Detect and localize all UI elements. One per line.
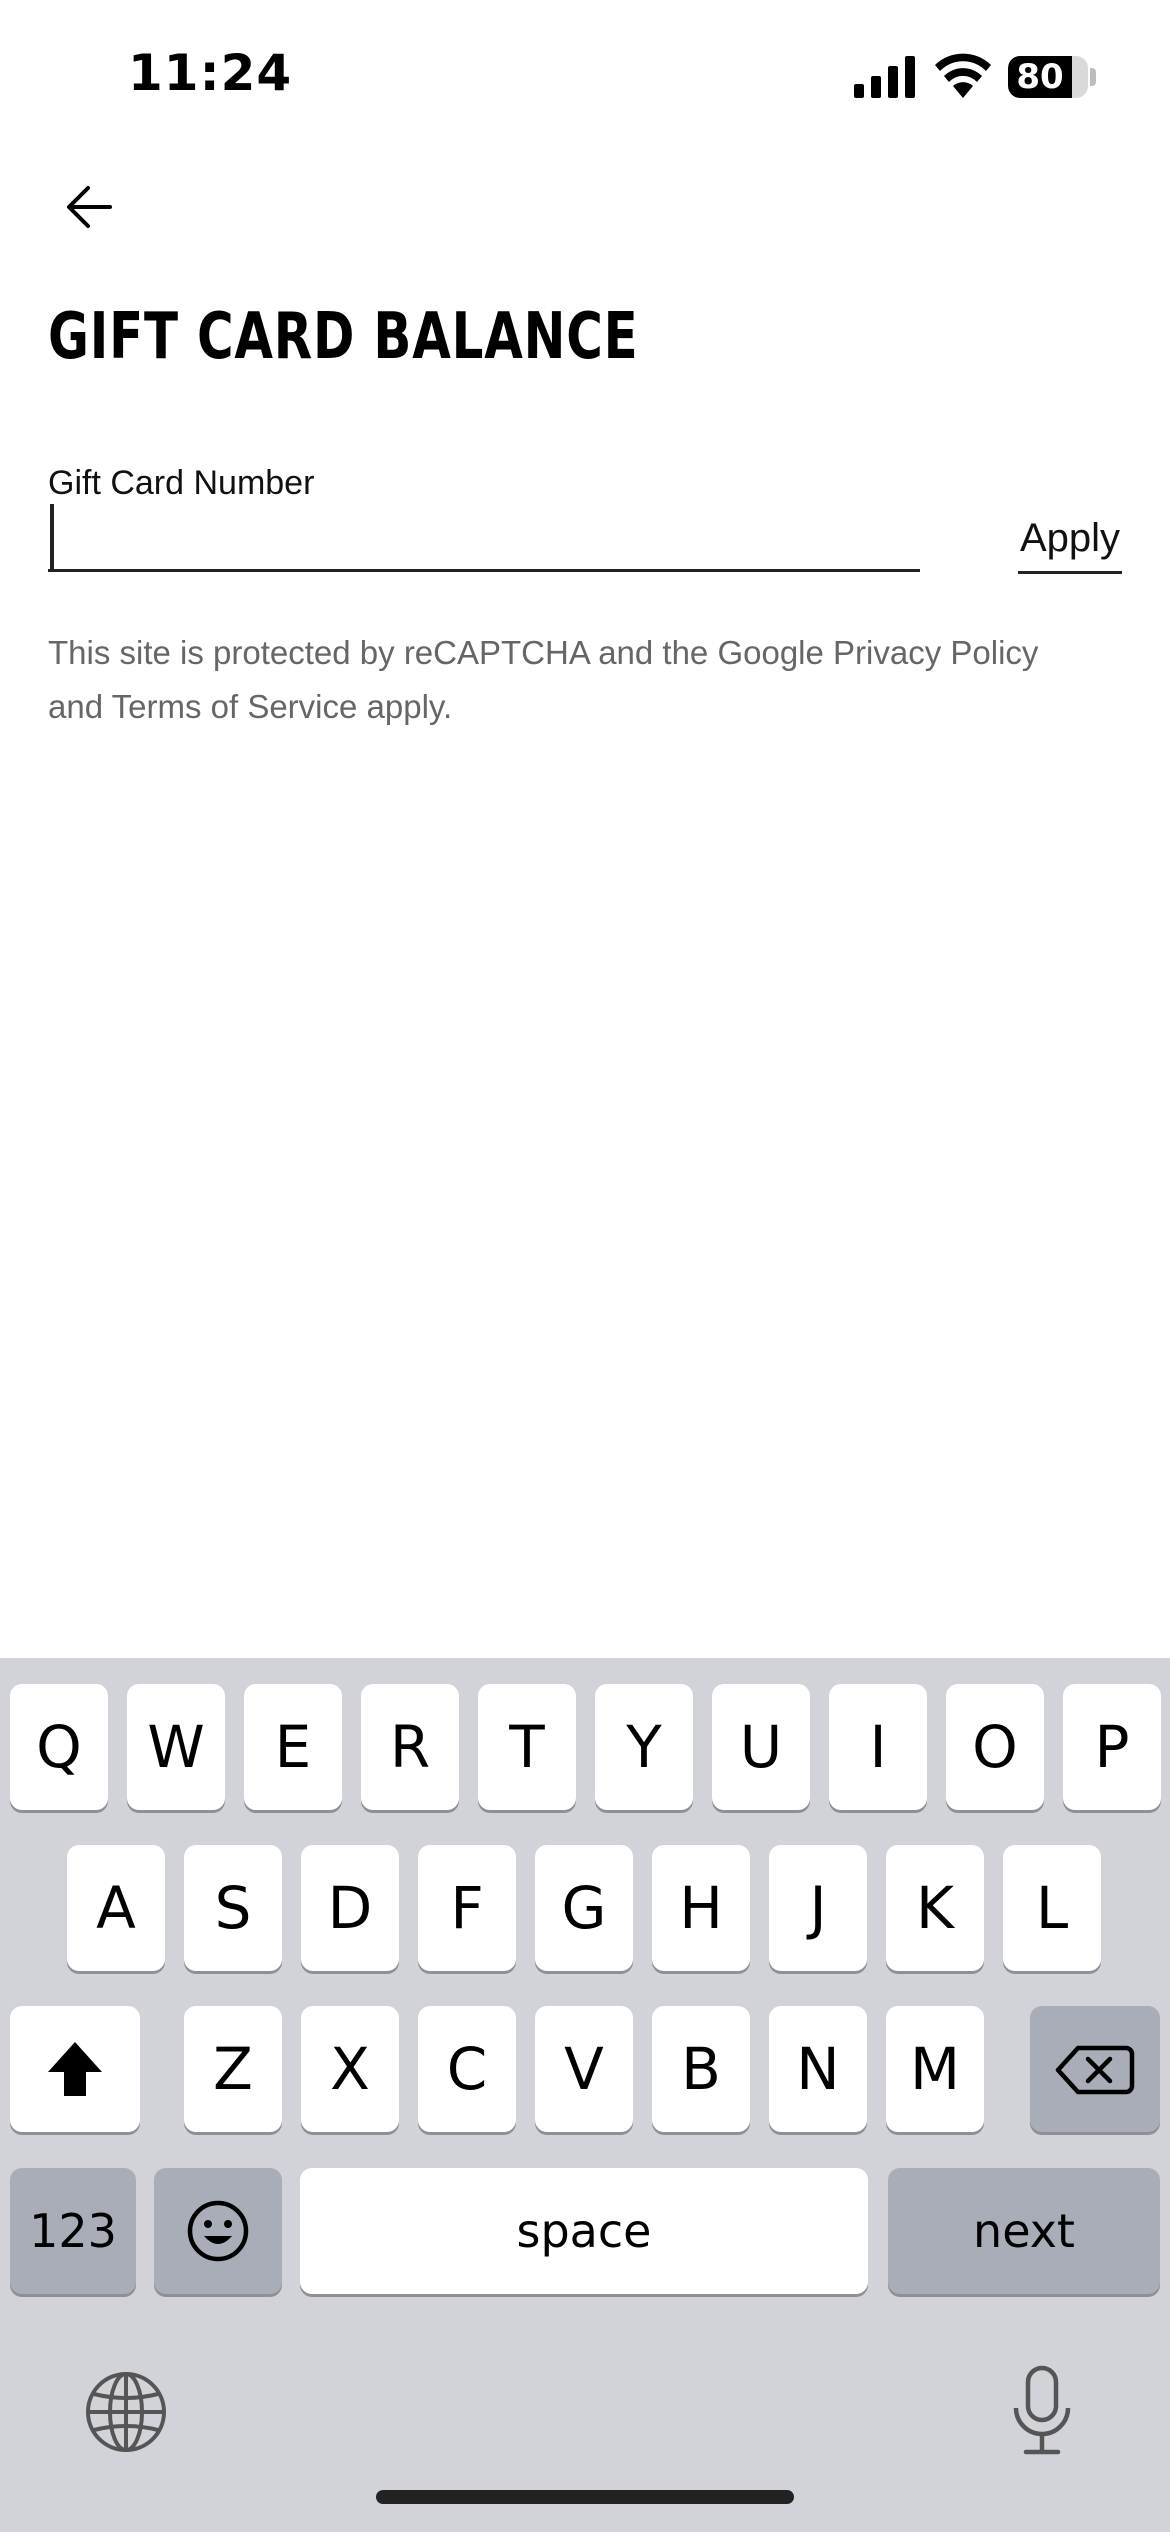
delete-key[interactable]	[1030, 2006, 1160, 2132]
numbers-key[interactable]: 123	[10, 2168, 136, 2294]
key-label: Q	[36, 1713, 82, 1781]
globe-icon[interactable]	[84, 2370, 168, 2454]
key-label: M	[909, 2035, 961, 2103]
key-label: E	[274, 1713, 312, 1781]
status-time: 11:24	[128, 44, 293, 102]
home-indicator	[376, 2490, 794, 2504]
key-d[interactable]: D	[301, 1845, 399, 1971]
key-a[interactable]: A	[67, 1845, 165, 1971]
key-label: C	[446, 2035, 488, 2103]
key-p[interactable]: P	[1063, 1684, 1161, 1810]
key-label: P	[1094, 1713, 1130, 1781]
key-label: T	[509, 1713, 545, 1781]
key-label: W	[147, 1713, 205, 1781]
key-y[interactable]: Y	[595, 1684, 693, 1810]
key-b[interactable]: B	[652, 2006, 750, 2132]
gift-card-number-input[interactable]	[48, 500, 920, 572]
key-label: A	[96, 1874, 136, 1942]
wifi-icon	[935, 53, 991, 98]
page-title: GIFT CARD BALANCE	[48, 300, 639, 374]
backspace-icon	[1055, 2045, 1135, 2095]
battery-indicator: 80	[1008, 56, 1088, 98]
microphone-icon[interactable]	[1010, 2364, 1074, 2456]
shift-icon	[48, 2042, 102, 2096]
arrow-left-icon[interactable]	[62, 180, 116, 234]
key-label: S	[214, 1874, 252, 1942]
key-s[interactable]: S	[184, 1845, 282, 1971]
key-label: H	[679, 1874, 723, 1942]
text-cursor	[50, 504, 54, 570]
key-label: X	[330, 2035, 370, 2103]
key-label: F	[450, 1874, 484, 1942]
emoji-key[interactable]	[154, 2168, 282, 2294]
recaptcha-notice: This site is protected by reCAPTCHA and …	[48, 634, 1039, 725]
key-label: I	[869, 1713, 887, 1781]
key-label: B	[681, 2035, 721, 2103]
key-n[interactable]: N	[769, 2006, 867, 2132]
key-f[interactable]: F	[418, 1845, 516, 1971]
key-g[interactable]: G	[535, 1845, 633, 1971]
key-l[interactable]: L	[1003, 1845, 1101, 1971]
key-c[interactable]: C	[418, 2006, 516, 2132]
key-o[interactable]: O	[946, 1684, 1044, 1810]
key-label: Y	[626, 1713, 662, 1781]
key-label: D	[327, 1874, 373, 1942]
key-label: J	[809, 1874, 827, 1942]
key-label: O	[972, 1713, 1018, 1781]
key-m[interactable]: M	[886, 2006, 984, 2132]
key-t[interactable]: T	[478, 1684, 576, 1810]
key-r[interactable]: R	[361, 1684, 459, 1810]
key-label: space	[516, 2204, 652, 2258]
space-key[interactable]: space	[300, 2168, 868, 2294]
key-label: 123	[29, 2204, 117, 2258]
key-q[interactable]: Q	[10, 1684, 108, 1810]
battery-level: 80	[1016, 57, 1064, 97]
key-label: R	[389, 1713, 431, 1781]
key-h[interactable]: H	[652, 1845, 750, 1971]
apply-button[interactable]: Apply	[1018, 506, 1122, 574]
emoji-icon	[187, 2200, 249, 2262]
screen: 11:24 80 GIFT CARD BALANCE Gift Card Num…	[0, 0, 1170, 2532]
key-x[interactable]: X	[301, 2006, 399, 2132]
key-label: Z	[213, 2035, 253, 2103]
battery-body: 80	[1008, 56, 1088, 98]
key-v[interactable]: V	[535, 2006, 633, 2132]
key-label: K	[915, 1874, 955, 1942]
cellular-signal-icon	[854, 56, 915, 98]
key-j[interactable]: J	[769, 1845, 867, 1971]
key-e[interactable]: E	[244, 1684, 342, 1810]
key-i[interactable]: I	[829, 1684, 927, 1810]
key-label: N	[796, 2035, 840, 2103]
key-label: L	[1035, 1874, 1069, 1942]
key-label: V	[564, 2035, 604, 2103]
key-u[interactable]: U	[712, 1684, 810, 1810]
shift-key[interactable]	[10, 2006, 140, 2132]
gift-card-number-label: Gift Card Number	[48, 464, 315, 502]
key-k[interactable]: K	[886, 1845, 984, 1971]
key-label: G	[561, 1874, 607, 1942]
key-w[interactable]: W	[127, 1684, 225, 1810]
key-z[interactable]: Z	[184, 2006, 282, 2132]
next-key[interactable]: next	[888, 2168, 1160, 2294]
key-label: next	[973, 2204, 1075, 2258]
battery-cap	[1090, 68, 1096, 86]
key-label: U	[739, 1713, 783, 1781]
